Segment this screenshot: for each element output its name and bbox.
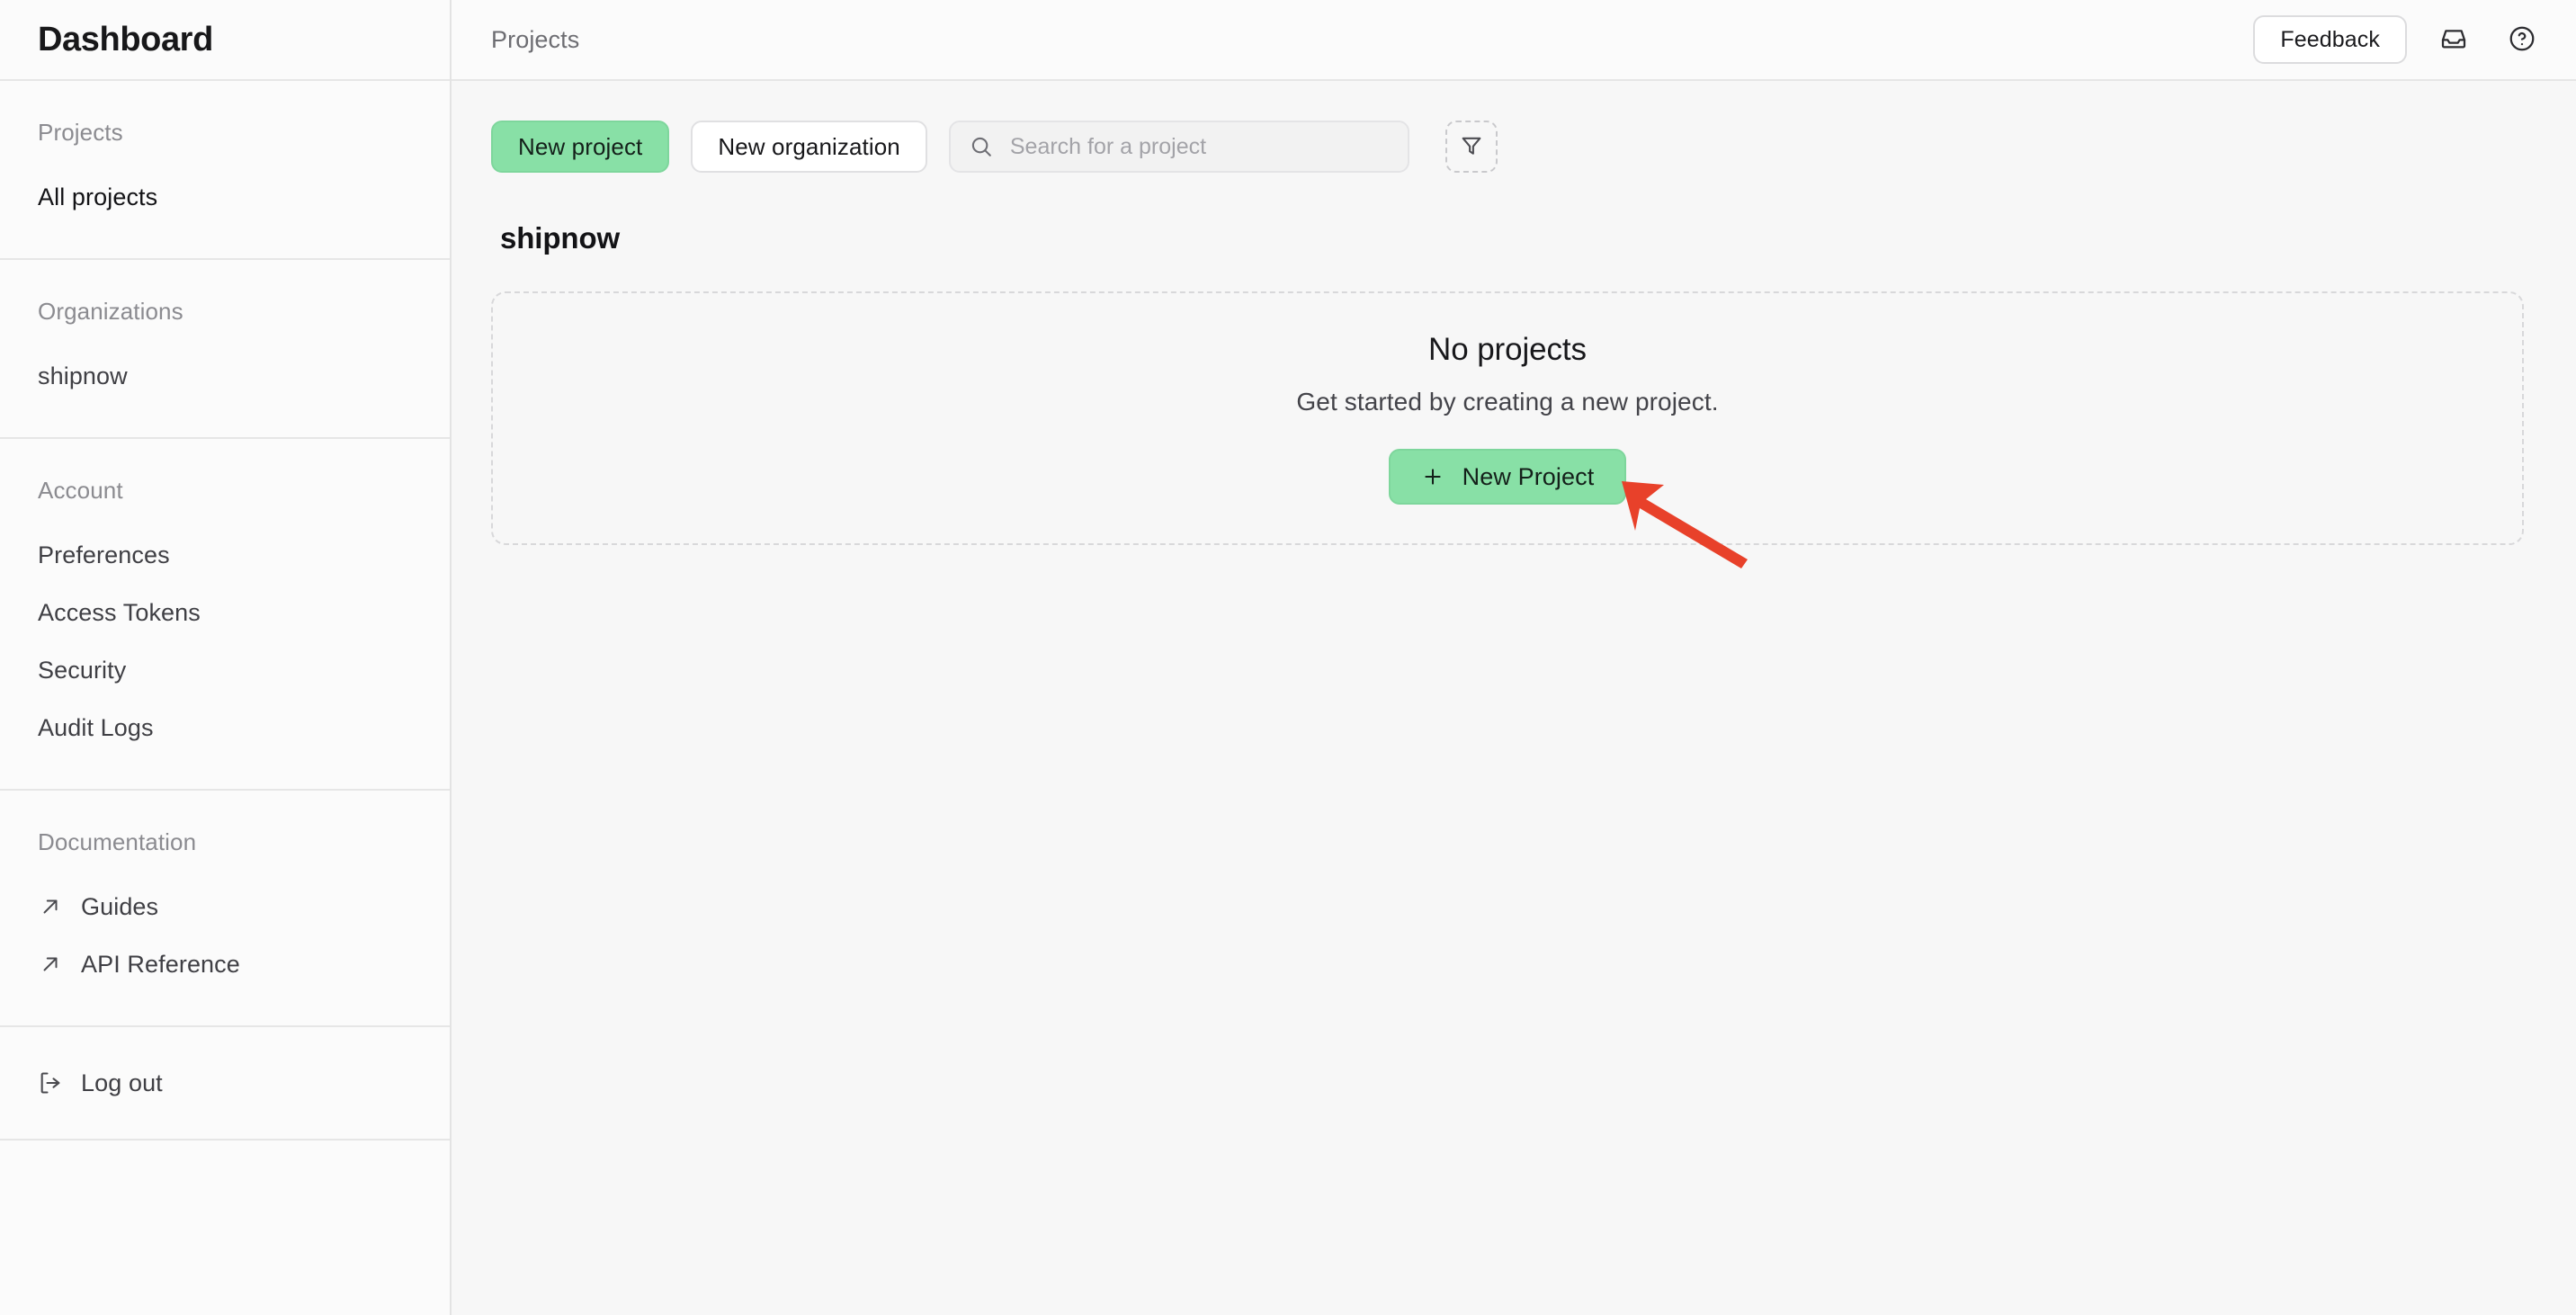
sidebar-heading-account: Account [38, 477, 123, 504]
external-link-icon [38, 952, 63, 977]
filter-button[interactable] [1445, 121, 1498, 173]
sidebar-item-preferences[interactable]: Preferences [0, 533, 450, 577]
sidebar: Dashboard Projects All projects Organiza… [0, 0, 452, 1315]
inbox-icon [2439, 24, 2468, 56]
breadcrumb: Projects [491, 25, 580, 53]
sidebar-item-label: shipnow [38, 362, 128, 389]
sidebar-item-label: Access Tokens [38, 598, 201, 626]
logout-icon [38, 1070, 63, 1096]
sidebar-section-logout: Log out [0, 1027, 450, 1141]
help-button[interactable] [2500, 18, 2544, 61]
empty-state-subtitle: Get started by creating a new project. [1296, 388, 1719, 416]
organization-heading: shipnow [500, 221, 621, 255]
logout-label: Log out [81, 1069, 163, 1096]
sidebar-section-documentation: Documentation Guides API Reference [0, 791, 450, 1027]
sidebar-item-label: API Reference [81, 950, 240, 978]
sidebar-item-label: Security [38, 656, 127, 684]
sidebar-item-api-reference[interactable]: API Reference [0, 943, 450, 986]
new-organization-button[interactable]: New organization [691, 121, 927, 173]
sidebar-item-security[interactable]: Security [0, 649, 450, 692]
plus-icon [1421, 465, 1445, 488]
sidebar-item-label: Audit Logs [38, 713, 154, 741]
search-icon [969, 134, 994, 159]
sidebar-item-label: Preferences [38, 541, 170, 568]
sidebar-section-organizations: Organizations shipnow [0, 260, 450, 439]
sidebar-item-shipnow[interactable]: shipnow [0, 354, 450, 398]
search-field [948, 121, 1409, 173]
sidebar-heading-projects: Projects [38, 119, 123, 146]
empty-state-title: No projects [1428, 332, 1587, 367]
top-bar: Projects Feedback [452, 0, 2576, 81]
top-bar-actions: Feedback [2253, 15, 2544, 64]
sidebar-heading-organizations: Organizations [38, 298, 183, 325]
projects-toolbar: New project New organization [491, 121, 2524, 173]
help-circle-icon [2508, 24, 2536, 56]
empty-state-button-label: New Project [1462, 462, 1595, 490]
sidebar-section-projects: Projects All projects [0, 81, 450, 260]
empty-state-card: No projects Get started by creating a ne… [491, 291, 2524, 545]
sidebar-section-account: Account Preferences Access Tokens Securi… [0, 439, 450, 791]
sidebar-item-audit-logs[interactable]: Audit Logs [0, 706, 450, 749]
app-root: Dashboard Projects All projects Organiza… [0, 0, 2576, 1315]
content-area: New project New organization Search for … [452, 81, 2576, 1315]
sidebar-item-access-tokens[interactable]: Access Tokens [0, 591, 450, 634]
external-link-icon [38, 894, 63, 919]
sidebar-item-label: All projects [38, 183, 158, 210]
sidebar-item-all-projects[interactable]: All projects [0, 175, 450, 219]
sidebar-item-guides[interactable]: Guides [0, 885, 450, 928]
sidebar-heading-documentation: Documentation [38, 828, 197, 855]
sidebar-item-label: Guides [81, 892, 159, 920]
logout-button[interactable]: Log out [0, 1061, 450, 1105]
main-area: Projects Feedback New project New organi… [452, 0, 2576, 1315]
new-project-empty-button[interactable]: New Project [1388, 449, 1627, 505]
feedback-button[interactable]: Feedback [2253, 15, 2407, 64]
new-project-button[interactable]: New project [491, 121, 670, 173]
sidebar-filler [0, 1141, 450, 1315]
inbox-button[interactable] [2432, 18, 2475, 61]
filter-icon [1459, 133, 1484, 161]
sidebar-header: Dashboard [0, 0, 450, 81]
search-input[interactable] [948, 121, 1409, 173]
dashboard-title: Dashboard [38, 20, 213, 58]
